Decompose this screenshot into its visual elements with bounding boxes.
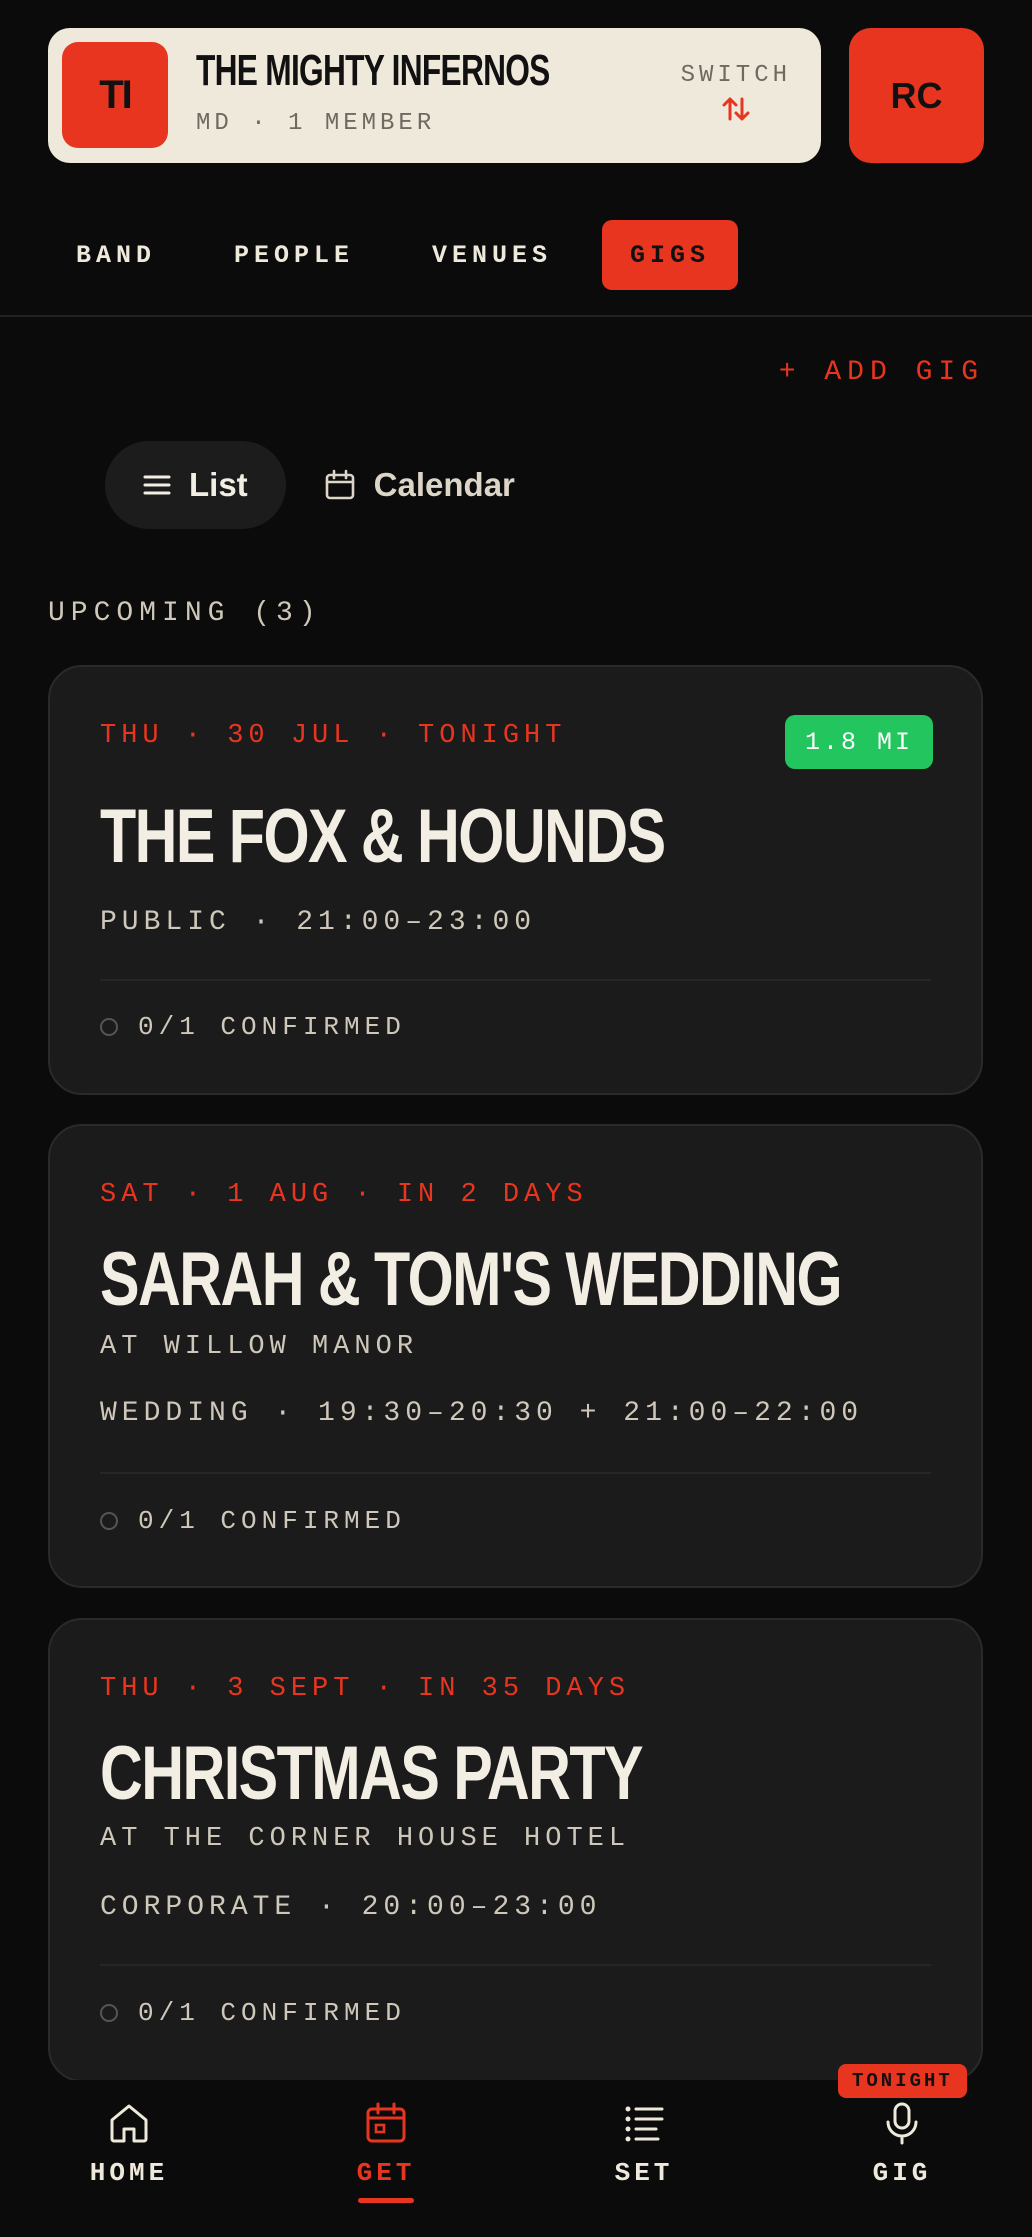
swap-icon: [722, 97, 750, 121]
section-title: UPCOMING (3): [48, 598, 322, 629]
gig-title: THE FOX & HOUNDS: [100, 794, 666, 879]
tab-people[interactable]: PEOPLE: [206, 220, 382, 290]
status-dot-icon: [100, 2004, 118, 2022]
band-subtitle: MD · 1 MEMBER: [196, 110, 436, 137]
active-indicator: [358, 2198, 414, 2203]
nav-label: HOME: [89, 2158, 169, 2188]
status-dot-icon: [100, 1018, 118, 1036]
bottom-nav: HOME GET SET GIG: [0, 2080, 1032, 2237]
section-tabs: BAND PEOPLE VENUES GIGS: [48, 220, 739, 290]
band-logo: TI: [62, 42, 168, 148]
band-card[interactable]: TI THE MIGHTY INFERNOS MD · 1 MEMBER SWI…: [48, 28, 821, 163]
gig-date: SAT · 1 AUG · IN 2 DAYS: [100, 1180, 588, 1210]
gig-card[interactable]: SAT · 1 AUG · IN 2 DAYS SARAH & TOM'S WE…: [48, 1124, 983, 1588]
gig-date: THU · 3 SEPT · IN 35 DAYS: [100, 1674, 631, 1704]
nav-gig[interactable]: GIG: [812, 2100, 992, 2188]
view-toggle: List Calendar: [105, 441, 553, 529]
tab-band[interactable]: BAND: [48, 220, 184, 290]
nav-home[interactable]: HOME: [39, 2100, 219, 2188]
list-view-button[interactable]: List: [105, 441, 286, 529]
list-view-label: List: [189, 466, 248, 503]
nav-set[interactable]: SET: [554, 2100, 734, 2188]
nav-get[interactable]: GET: [296, 2100, 476, 2203]
gig-title: SARAH & TOM'S WEDDING: [100, 1237, 843, 1322]
add-gig-button[interactable]: + ADD GIG: [779, 357, 984, 388]
switch-label: SWITCH: [680, 62, 791, 89]
distance-badge: 1.8 MI: [784, 715, 933, 769]
tab-venues[interactable]: VENUES: [404, 220, 580, 290]
tabs-divider: [0, 315, 1032, 317]
gig-separator: [100, 1472, 931, 1474]
gig-separator: [100, 979, 931, 981]
gig-meta: CORPORATE · 20:00–23:00: [100, 1892, 602, 1923]
nav-label: SET: [614, 2158, 674, 2188]
gig-title: CHRISTMAS PARTY: [100, 1731, 644, 1816]
calendar-icon: [325, 469, 354, 500]
confirmed-count: 0/1 CONFIRMED: [138, 1998, 406, 2028]
nav-label: GET: [356, 2158, 416, 2188]
user-avatar[interactable]: RC: [849, 28, 984, 163]
calendar-view-button[interactable]: Calendar: [286, 441, 553, 529]
switch-band-button[interactable]: SWITCH: [681, 62, 791, 123]
microphone-icon: [886, 2102, 918, 2145]
gig-venue: AT THE CORNER HOUSE HOTEL: [100, 1824, 631, 1854]
gig-card[interactable]: THU · 3 SEPT · IN 35 DAYS CHRISTMAS PART…: [48, 1618, 983, 2082]
gig-confirmation: 0/1 CONFIRMED: [100, 1998, 406, 2028]
gig-venue: AT WILLOW MANOR: [100, 1332, 419, 1362]
list-icon: [143, 475, 171, 495]
tonight-badge: TONIGHT: [838, 2064, 967, 2098]
gig-meta: PUBLIC · 21:00–23:00: [100, 907, 537, 938]
confirmed-count: 0/1 CONFIRMED: [138, 1506, 406, 1536]
tab-gigs[interactable]: GIGS: [602, 220, 739, 290]
gig-date: THU · 30 JUL · TONIGHT: [100, 721, 567, 751]
gig-card[interactable]: THU · 30 JUL · TONIGHT 1.8 MI THE FOX & …: [48, 665, 983, 1095]
gig-separator: [100, 1964, 931, 1966]
nav-label: GIG: [872, 2158, 932, 2188]
calendar-view-label: Calendar: [373, 466, 515, 503]
home-icon: [110, 2104, 148, 2143]
gig-confirmation: 0/1 CONFIRMED: [100, 1506, 406, 1536]
status-dot-icon: [100, 1512, 118, 1530]
gig-confirmation: 0/1 CONFIRMED: [100, 1012, 406, 1042]
calendar-icon: [366, 2102, 406, 2143]
band-name: THE MIGHTY INFERNOS: [196, 46, 550, 95]
gig-meta: WEDDING · 19:30–20:30 + 21:00–22:00: [100, 1398, 864, 1429]
list-icon: [625, 2106, 664, 2142]
confirmed-count: 0/1 CONFIRMED: [138, 1012, 406, 1042]
